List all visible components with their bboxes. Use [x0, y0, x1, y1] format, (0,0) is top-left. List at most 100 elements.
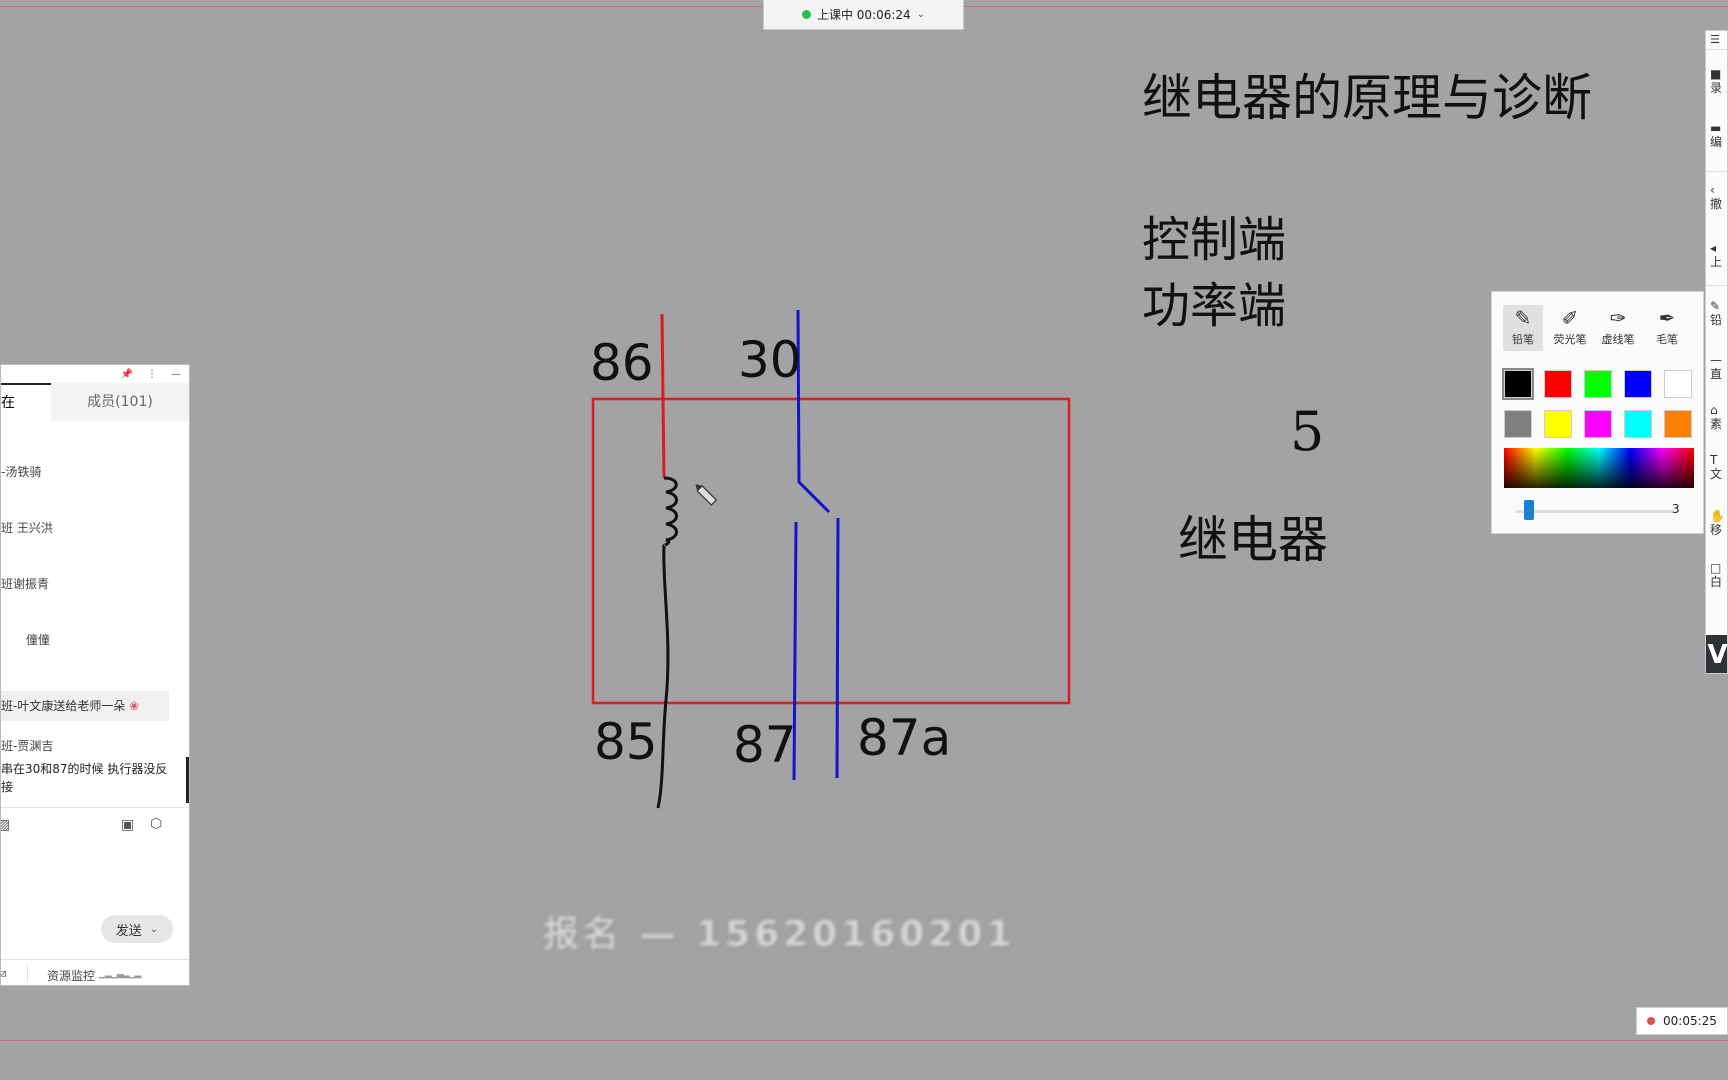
pen-label: 铅笔 [1512, 333, 1534, 346]
wire-86 [660, 313, 666, 479]
record-icon: ■ [1710, 67, 1722, 81]
more-icon[interactable]: ⋮ [147, 369, 157, 380]
handwritten-number: 5 [1290, 400, 1325, 463]
tab-members[interactable]: 成员(101) [51, 383, 189, 421]
tool-label: 上 [1710, 255, 1723, 269]
highlighter-icon: ✐ [1561, 306, 1579, 330]
color-swatch-magenta[interactable] [1584, 410, 1612, 438]
pin-86-label: 86 [590, 334, 654, 392]
tab-chat[interactable]: 在 [1, 383, 51, 421]
color-gradient-picker[interactable] [1504, 448, 1694, 488]
size-slider-track[interactable] [1516, 510, 1674, 513]
eraser-tool[interactable]: ⌂ 素 [1710, 403, 1722, 431]
send-button-label: 发送 [115, 923, 142, 939]
tool-label: 铅 [1710, 313, 1723, 327]
line-tool[interactable]: — 直 [1710, 353, 1722, 381]
color-swatch-blue[interactable] [1624, 370, 1652, 398]
chat-message: 僮僮 [26, 633, 51, 647]
whiteboard-tool[interactable]: □ 白 [1710, 561, 1722, 589]
pin-30-label: 30 [738, 331, 802, 389]
move-tool[interactable]: ✋ 移 [1710, 509, 1725, 537]
control-end-text: 控制端 [1142, 212, 1287, 268]
resource-monitor-label[interactable]: 资源监控 [47, 967, 95, 984]
monitor-graph-icon: ▁▂▁▃▂▁▂ [99, 969, 141, 979]
chat-message: 串在30和87的时候 执行器没反 [1, 762, 168, 776]
gift-message-text: 班-叶文康送给老师一朵 [1, 699, 126, 713]
board-title: 继电器的原理与诊断 [1142, 69, 1592, 127]
pencil-icon: ✎ [1514, 306, 1532, 330]
right-toolbar: ☰ ■ 录 ▬ 编 ‹ 撤 ◂ 上 ✎ 铅 — 直 ⌂ 素 T文 ✋ 移 □ 白 V [1705, 30, 1728, 674]
menu-icon[interactable]: ☰ [1710, 33, 1720, 47]
eraser-icon: ⌂ [1710, 403, 1718, 417]
chevron-down-icon[interactable]: ⌄ [150, 924, 158, 935]
pencil-cursor-icon [695, 484, 718, 506]
line-icon: — [1710, 353, 1722, 367]
power-end-text: 功率端 [1142, 278, 1287, 334]
footer-divider [27, 965, 28, 981]
prev-tool[interactable]: ◂ 上 [1710, 241, 1722, 269]
tool-label: 撤 [1710, 197, 1723, 211]
tool-label: 直 [1710, 367, 1723, 381]
chat-scrollbar[interactable] [186, 757, 189, 803]
color-swatch-orange[interactable] [1664, 410, 1692, 438]
tool-label: 移 [1710, 523, 1723, 537]
pencil-tool[interactable]: ✎ 铅 [1710, 299, 1722, 327]
relay-text: 继电器 [1178, 511, 1328, 569]
chat-panel: 📌 ⋮ — 在 成员(101) -汤铁骑 班 王兴洪 班谢振青 僮僮 班-叶文康… [0, 364, 190, 986]
color-swatch-green[interactable] [1584, 370, 1612, 398]
pin-icon[interactable]: 📌 [121, 369, 133, 380]
recording-dot-icon [1647, 1017, 1655, 1025]
wire-30-switch [796, 309, 831, 514]
toolbar-divider [1706, 171, 1727, 172]
arrow-left-icon: ◂ [1710, 241, 1717, 255]
tool-label: 编 [1710, 135, 1723, 149]
settings-icon[interactable]: ⬡ [150, 816, 162, 832]
undo-icon: ‹ [1710, 183, 1715, 197]
pen-dashed[interactable]: ✑ 虚线笔 [1598, 305, 1638, 351]
wire-87a [835, 517, 840, 779]
whiteboard-icon: □ [1710, 561, 1722, 575]
chat-message: -汤铁骑 [1, 465, 42, 479]
pen-label: 毛笔 [1656, 333, 1678, 346]
color-swatch-yellow[interactable] [1544, 410, 1572, 438]
app-logo: V [1706, 635, 1727, 673]
color-swatch-cyan[interactable] [1624, 410, 1652, 438]
tool-label: 录 [1710, 81, 1723, 95]
edit-tool[interactable]: ▬ 编 [1710, 121, 1722, 149]
pen-pencil[interactable]: ✎ 铅笔 [1503, 305, 1543, 351]
edit-icon: ▬ [1710, 121, 1722, 135]
pen-highlighter[interactable]: ✐ 荧光笔 [1550, 305, 1590, 351]
pencil-icon: ✎ [1710, 299, 1721, 313]
pen-palette: ✎ 铅笔 ✐ 荧光笔 ✑ 虚线笔 ✒ 毛笔 3 [1491, 291, 1704, 534]
brush-icon: ✒ [1658, 306, 1676, 330]
color-swatch-gray[interactable] [1504, 410, 1532, 438]
text-tool[interactable]: T文 [1710, 453, 1722, 481]
size-value: 3 [1672, 502, 1680, 516]
chat-titlebar: 📌 ⋮ — [1, 365, 189, 383]
send-button[interactable]: 发送 ⌄ [101, 915, 173, 943]
hand-icon: ✋ [1710, 509, 1725, 523]
color-swatch-white[interactable] [1664, 370, 1692, 398]
flower-icon: ❀ [129, 699, 140, 713]
gift-message: 班-叶文康送给老师一朵 ❀ [1, 691, 169, 721]
pin-85-label: 85 [594, 713, 658, 771]
coil-symbol [662, 476, 678, 548]
minimize-icon[interactable]: — [171, 369, 181, 380]
tool-label: 素 [1710, 417, 1723, 431]
recording-time: 00:05:25 [1663, 1014, 1717, 1028]
size-slider-thumb[interactable] [1524, 500, 1534, 520]
comment-icon[interactable]: ▣ [121, 817, 134, 833]
edit-off-icon[interactable]: ⧄ [1, 966, 7, 981]
record-tool[interactable]: ■ 录 [1710, 67, 1722, 95]
text-icon: T [1710, 453, 1718, 467]
chat-tabs: 在 成员(101) [1, 383, 189, 421]
pen-brush[interactable]: ✒ 毛笔 [1647, 305, 1687, 351]
image-icon[interactable]: ▨ [1, 817, 10, 833]
wire-85 [656, 545, 670, 809]
color-swatch-red[interactable] [1544, 370, 1572, 398]
undo-tool[interactable]: ‹ 撤 [1710, 183, 1722, 211]
chat-footer: ⧄ 资源监控 ▁▂▁▃▂▁▂ [1, 959, 189, 985]
toolbar-divider [1706, 49, 1727, 50]
dashed-pen-icon: ✑ [1609, 306, 1627, 330]
color-swatch-black[interactable] [1502, 368, 1534, 400]
